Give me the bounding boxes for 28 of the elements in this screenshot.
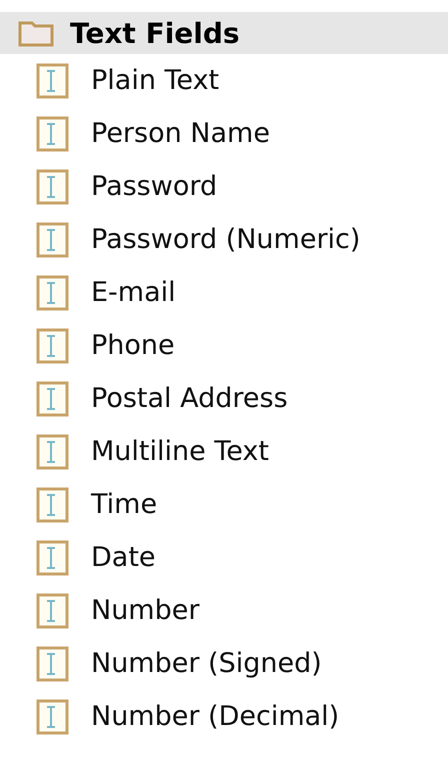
text-field-icon — [36, 486, 69, 522]
palette-item[interactable]: Multiline Text — [91, 436, 269, 467]
palette-item[interactable]: Time — [91, 489, 158, 520]
text-field-icon — [36, 274, 69, 310]
text-field-icon — [36, 434, 69, 470]
text-field-icon — [36, 62, 69, 98]
group-header[interactable]: Text Fields — [0, 12, 448, 54]
palette-item[interactable]: Password (Numeric) — [91, 224, 360, 255]
text-field-icon — [36, 328, 69, 364]
palette-item[interactable]: Number (Signed) — [91, 648, 322, 679]
palette-item[interactable]: Plain Text — [91, 65, 220, 96]
text-field-icon — [36, 380, 69, 416]
palette-item[interactable]: Password — [91, 171, 218, 202]
folder-icon — [18, 19, 54, 47]
palette-item[interactable]: Date — [91, 542, 156, 573]
text-field-icon — [36, 168, 69, 204]
text-field-icon — [36, 646, 69, 682]
palette-item[interactable]: Number (Decimal) — [91, 701, 340, 732]
palette-item[interactable]: Phone — [91, 330, 175, 361]
text-field-icon — [36, 698, 69, 734]
palette-item[interactable]: E-mail — [91, 277, 176, 308]
palette-item[interactable]: Number — [91, 595, 200, 626]
palette-item[interactable]: Person Name — [91, 118, 270, 149]
palette-item[interactable]: Postal Address — [91, 383, 288, 414]
text-field-icon — [36, 222, 69, 258]
text-field-icon — [36, 592, 69, 628]
text-field-icon — [36, 540, 69, 576]
text-field-icon — [36, 116, 69, 152]
